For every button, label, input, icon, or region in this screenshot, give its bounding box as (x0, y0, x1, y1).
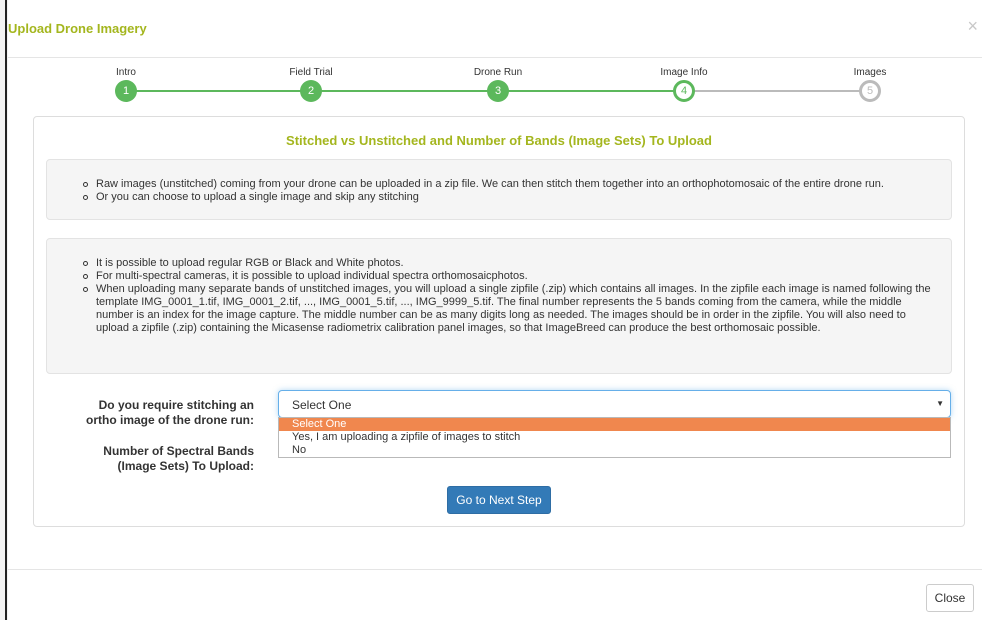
step-connector-todo (684, 90, 870, 92)
stitching-info-list: Raw images (unstitched) coming from your… (47, 160, 951, 204)
bands-info-well: It is possible to upload regular RGB or … (46, 238, 952, 374)
dropdown-option-yes-stitch[interactable]: Yes, I am uploading a zipfile of images … (279, 431, 950, 444)
panel-title: Stitched vs Unstitched and Number of Ban… (286, 133, 712, 148)
modal-footer: Close (8, 569, 982, 620)
upload-drone-imagery-modal: Upload Drone Imagery × Intro 1 Field Tri… (8, 0, 982, 620)
step-1-circle[interactable]: 1 (115, 80, 137, 102)
backdrop (0, 0, 8, 620)
list-item: Raw images (unstitched) coming from your… (83, 178, 951, 191)
close-button[interactable]: Close (926, 584, 974, 612)
bands-info-list: It is possible to upload regular RGB or … (47, 239, 951, 335)
stitching-info-well: Raw images (unstitched) coming from your… (46, 159, 952, 220)
step-3-circle[interactable]: 3 (487, 80, 509, 102)
spectral-bands-label: Number of Spectral Bands (Image Sets) To… (103, 444, 254, 473)
stitching-select-value: Select One (292, 398, 352, 412)
list-item: When uploading many separate bands of un… (83, 283, 939, 335)
stitching-select[interactable]: Select One ▼ (278, 390, 951, 418)
step-5-circle[interactable]: 5 (859, 80, 881, 102)
dropdown-option-no[interactable]: No (279, 444, 950, 457)
go-to-next-step-button[interactable]: Go to Next Step (447, 486, 551, 514)
dropdown-option-select-one[interactable]: Select One (279, 418, 950, 431)
stitch-question-label: Do you require stitching an ortho image … (86, 398, 254, 427)
step-label-images: Images (853, 67, 887, 78)
stitching-dropdown-list: Select One Yes, I am uploading a zipfile… (278, 417, 951, 458)
step-label-image-info: Image Info (660, 67, 708, 78)
step-label-field-trial: Field Trial (289, 67, 333, 78)
close-icon[interactable]: × (967, 17, 978, 35)
wizard-stepper: Intro 1 Field Trial 2 Drone Run 3 Image … (8, 58, 982, 108)
step-connector-done (126, 90, 684, 92)
list-item: It is possible to upload regular RGB or … (83, 257, 939, 270)
step-4-circle[interactable]: 4 (673, 80, 695, 102)
step-label-intro: Intro (115, 67, 136, 78)
modal-header: Upload Drone Imagery × (8, 0, 982, 58)
step-label-drone-run: Drone Run (473, 67, 523, 78)
modal-title: Upload Drone Imagery (8, 21, 147, 36)
chevron-down-icon: ▼ (936, 399, 944, 408)
list-item: Or you can choose to upload a single ima… (83, 191, 951, 204)
image-info-panel: Stitched vs Unstitched and Number of Ban… (33, 116, 965, 527)
list-item: For multi-spectral cameras, it is possib… (83, 270, 939, 283)
step-2-circle[interactable]: 2 (300, 80, 322, 102)
